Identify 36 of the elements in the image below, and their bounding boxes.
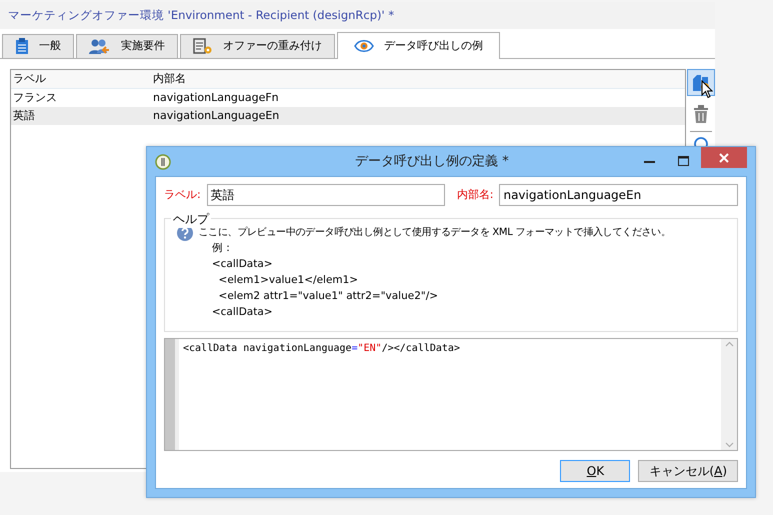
table-cell-text: navigationLanguageFn (152, 90, 279, 106)
tab[interactable]: 実施要件 (76, 34, 178, 58)
clipboard-icon (15, 38, 29, 55)
field-label: ラベル: (164, 186, 201, 203)
trash-icon[interactable] (692, 104, 708, 122)
field-label: 内部名: (456, 186, 494, 203)
minimize-icon[interactable] (644, 160, 656, 164)
input-field[interactable]: 英語 (206, 184, 446, 206)
tab[interactable]: データ呼び出しの例 (337, 32, 500, 59)
help-icon (177, 225, 193, 241)
help-text: ここに、プレビュー中のデータ呼び出し例として使用するデータを XML フォーマットで挿入してください。 (198, 226, 671, 240)
table-cell-text: navigationLanguageEn (152, 108, 280, 124)
column-header[interactable]: ラベル (11, 70, 151, 88)
input-field[interactable]: navigationLanguageEn (499, 184, 738, 206)
close-button[interactable] (701, 147, 747, 168)
window-title: マーケティングオファー環境 'Environment - Recipient (designRcp)' * (0, 2, 715, 29)
cancel-button[interactable]: キャンセル(A) (638, 460, 738, 482)
tab[interactable]: オファーの重み付け (180, 34, 335, 58)
app-icon (155, 154, 171, 170)
maximize-icon[interactable] (678, 156, 690, 167)
example-code: 例 : <callData> <elem1>value1</elem1> <elem2 attr1="value1" attr2="value2"/> <callData> (210, 241, 440, 320)
table-row[interactable]: 英語 navigationLanguageEn (11, 107, 685, 125)
eye-icon (354, 39, 374, 53)
close-icon[interactable] (719, 152, 729, 162)
code-line: <callData navigationLanguage="EN"/></callData> (182, 342, 461, 356)
column-header[interactable]: 内部名 (151, 70, 186, 88)
table-cell-text: 英語 (12, 108, 36, 124)
document-gear-icon (193, 38, 213, 55)
people-icon (89, 38, 111, 55)
search-icon[interactable] (692, 136, 708, 146)
ok-button[interactable]: OK (560, 460, 630, 482)
tab[interactable]: 一般 (2, 34, 74, 58)
code-editor[interactable]: <callData navigationLanguage="EN"/></callData> (164, 338, 738, 451)
table-cell-text: フランス (12, 90, 58, 106)
dialog-title: データ呼び出し例の定義 * (354, 152, 510, 171)
group-legend: ヘルプ (171, 210, 211, 228)
